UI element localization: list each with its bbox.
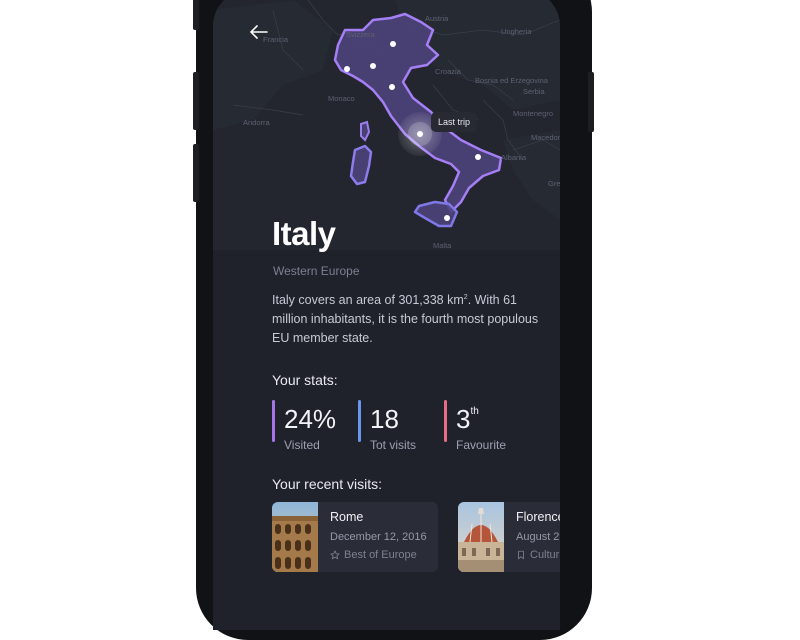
- stat-tot-visits: 18 Tot visits: [358, 398, 416, 452]
- visit-card-rome[interactable]: Rome December 12, 2016 Best of Europe: [272, 502, 438, 572]
- stat-bar: [444, 400, 447, 442]
- country-description: Italy covers an area of 301,338 km2. Wit…: [272, 288, 542, 348]
- svg-text:Andorra: Andorra: [243, 118, 271, 127]
- card-tag: Cultur: [516, 549, 559, 561]
- svg-text:Ungheria: Ungheria: [501, 27, 532, 36]
- stat-bar: [358, 400, 361, 442]
- svg-text:Monaco: Monaco: [328, 94, 355, 103]
- country-region: Western Europe: [273, 264, 360, 278]
- stat-favourite: 3th Favourite: [444, 398, 506, 452]
- stat-value: 3th: [456, 404, 479, 434]
- stat-value: 24%: [284, 404, 337, 434]
- svg-text:Svizzera: Svizzera: [346, 30, 376, 39]
- svg-text:Serbia: Serbia: [523, 87, 546, 96]
- phone-power-button: [588, 72, 594, 132]
- description-text: Italy covers an area of 301,338 km: [272, 293, 464, 308]
- bookmark-icon: [518, 550, 524, 560]
- rome-colosseum-image: [272, 502, 318, 572]
- svg-text:Austria: Austria: [425, 14, 449, 23]
- phone-volume-down-button: [193, 144, 199, 202]
- stat-visited: 24% Visited: [272, 398, 337, 452]
- stat-label: Tot visits: [370, 438, 417, 452]
- svg-text:Croazia: Croazia: [435, 67, 462, 76]
- visit-card-florence[interactable]: Florence August 2 Cultur: [458, 502, 560, 572]
- app-screen: Francia Svizzera Austria Ungheria Croazi…: [213, 0, 560, 630]
- card-tag: Best of Europe: [330, 549, 417, 561]
- arrow-left-icon: [250, 25, 268, 39]
- stat-bar: [272, 400, 275, 442]
- last-trip-tooltip: Last trip: [431, 112, 478, 132]
- svg-text:Gre: Gre: [548, 179, 560, 188]
- stats-title: Your stats:: [272, 372, 338, 388]
- svg-text:Albania: Albania: [501, 153, 527, 162]
- svg-text:Montenegro: Montenegro: [513, 109, 553, 118]
- florence-duomo-image: [458, 502, 504, 572]
- back-button[interactable]: [247, 20, 271, 44]
- svg-text:Macedonia (FYROM): Macedonia (FYROM): [531, 133, 560, 142]
- country-title: Italy: [272, 215, 336, 252]
- stat-label: Favourite: [456, 438, 507, 452]
- card-date: December 12, 2016: [330, 531, 427, 543]
- svg-text:Bosnia ed Erzegovina: Bosnia ed Erzegovina: [475, 76, 549, 85]
- card-title: Florence: [516, 510, 560, 524]
- recent-visits-title: Your recent visits:: [272, 476, 382, 492]
- card-date: August 2: [516, 531, 560, 543]
- phone-volume-up-button: [193, 72, 199, 130]
- star-icon: [330, 550, 340, 560]
- phone-mute-button: [193, 0, 199, 30]
- stat-label: Visited: [284, 438, 320, 452]
- svg-text:Malta: Malta: [433, 241, 452, 250]
- stat-value: 18: [370, 404, 399, 434]
- card-title: Rome: [330, 510, 364, 524]
